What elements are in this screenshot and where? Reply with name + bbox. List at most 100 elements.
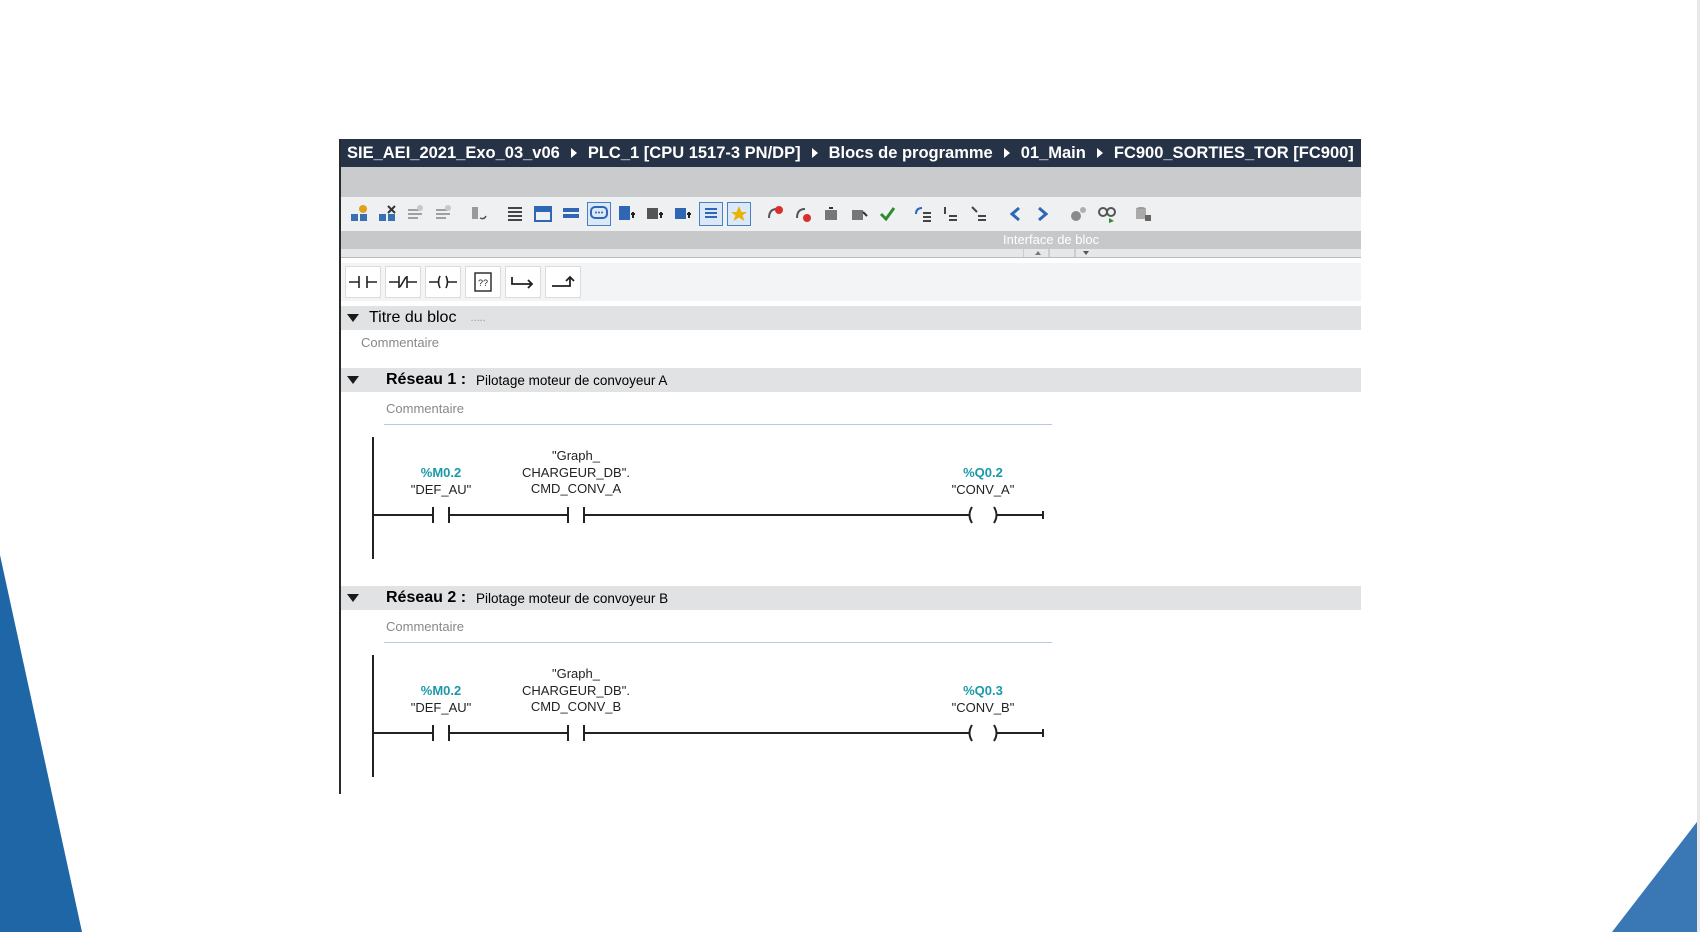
- block-title-header[interactable]: Titre du bloc .....: [339, 306, 1361, 330]
- favorites-star-icon: [731, 206, 747, 221]
- contact-cmd-conv-a[interactable]: [567, 507, 585, 523]
- show-comments-button[interactable]: [587, 202, 611, 226]
- no-contact-button[interactable]: [345, 266, 381, 298]
- indent-icon: [915, 207, 931, 222]
- coil-address[interactable]: %Q0.2: [963, 465, 1003, 480]
- next-error-button[interactable]: [1031, 202, 1055, 226]
- delete-network-icon: [379, 205, 396, 221]
- insert-network-button[interactable]: [347, 202, 371, 226]
- contact2-line2[interactable]: CHARGEUR_DB".: [522, 465, 630, 480]
- network-2-header[interactable]: Réseau 2 : Pilotage moteur de convoyeur …: [339, 586, 1361, 610]
- coil-tag[interactable]: "CONV_A": [952, 482, 1015, 497]
- contact2-line3[interactable]: CMD_CONV_A: [531, 481, 622, 496]
- breadcrumb-item-plc[interactable]: PLC_1 [CPU 1517-3 PN/DP]: [588, 144, 801, 163]
- set-breakpoint-button[interactable]: [763, 202, 787, 226]
- coil-conv-b[interactable]: [968, 724, 998, 742]
- monitor-value-button[interactable]: [819, 202, 843, 226]
- normally-open-contact-icon: [349, 276, 377, 288]
- reset-icon: [768, 206, 783, 219]
- breadcrumb-separator-icon: [1096, 148, 1103, 158]
- collapse-triangle-icon[interactable]: [347, 376, 359, 384]
- tag-info-icon: [675, 208, 691, 219]
- comment-icon: [590, 206, 608, 219]
- ladder-instruction-palette: ??: [339, 263, 1361, 301]
- view-split-button[interactable]: [531, 202, 555, 226]
- absolute-symbolic-button[interactable]: [643, 202, 667, 226]
- network-1-comment[interactable]: Commentaire: [386, 401, 464, 416]
- operand-display-icon: [647, 208, 663, 219]
- collapse-triangle-icon[interactable]: [347, 314, 359, 322]
- delete-breakpoint-button[interactable]: [791, 202, 815, 226]
- go-to-button[interactable]: [467, 202, 491, 226]
- view-list-button[interactable]: [503, 202, 527, 226]
- block-interface-label: Interface de bloc: [1003, 232, 1100, 247]
- network-2-label: Réseau 2 :: [386, 589, 467, 606]
- tia-editor-window: SIE_AEI_2021_Exo_03_v06 PLC_1 [CPU 1517-…: [339, 139, 1361, 794]
- open-all-networks-button[interactable]: [615, 202, 639, 226]
- step-button[interactable]: [967, 202, 991, 226]
- breadcrumb-item-block[interactable]: FC900_SORTIES_TOR [FC900]: [1114, 144, 1354, 163]
- editor-toolbar: [339, 197, 1361, 231]
- step-icon: [971, 206, 986, 221]
- contact-def-au[interactable]: [432, 507, 450, 523]
- nc-contact-button[interactable]: [385, 266, 421, 298]
- network-2-title[interactable]: Pilotage moteur de convoyeur B: [476, 591, 668, 606]
- next-icon: [1038, 206, 1049, 222]
- previous-icon: [1009, 206, 1020, 222]
- coil-address[interactable]: %Q0.3: [963, 683, 1003, 698]
- breadcrumb-item-project[interactable]: SIE_AEI_2021_Exo_03_v06: [347, 144, 560, 163]
- monitoring-on-off-button[interactable]: [1095, 202, 1119, 226]
- block-title-placeholder[interactable]: .....: [470, 312, 485, 324]
- empty-box-button[interactable]: ??: [465, 266, 501, 298]
- breadcrumb-item-folder[interactable]: 01_Main: [1021, 144, 1086, 163]
- coil-button[interactable]: [425, 266, 461, 298]
- contact2-line1[interactable]: "Graph_: [552, 666, 601, 681]
- breadcrumb-item-blocks[interactable]: Blocs de programme: [829, 144, 993, 163]
- contact1-tag[interactable]: "DEF_AU": [411, 700, 472, 715]
- collapse-triangle-icon[interactable]: [347, 594, 359, 602]
- contact1-tag[interactable]: "DEF_AU": [411, 482, 472, 497]
- free-comments-button[interactable]: [699, 202, 723, 226]
- network-1-title[interactable]: Pilotage moteur de convoyeur A: [476, 373, 667, 388]
- delete-network-button[interactable]: [375, 202, 399, 226]
- go-to-icon: [472, 207, 487, 220]
- right-blue-wedge: [1612, 818, 1700, 932]
- open-branch-icon: [511, 277, 534, 289]
- contact-def-au[interactable]: [432, 725, 450, 741]
- network-1-header[interactable]: Réseau 1 : Pilotage moteur de convoyeur …: [339, 368, 1361, 392]
- open-branch-button[interactable]: [505, 266, 541, 298]
- comment-underline: [384, 642, 1052, 643]
- block-protection-button[interactable]: [1131, 202, 1155, 226]
- previous-error-button[interactable]: [1003, 202, 1027, 226]
- database-lock-icon: [1136, 207, 1151, 221]
- contact1-address[interactable]: %M0.2: [421, 683, 461, 698]
- block-comment[interactable]: Commentaire: [361, 335, 439, 350]
- contact2-line1[interactable]: "Graph_: [552, 448, 601, 463]
- coil-conv-a[interactable]: [968, 506, 998, 524]
- online-icon: [1071, 207, 1086, 221]
- block-interface-bar[interactable]: Interface de bloc: [339, 231, 1361, 249]
- contact-cmd-conv-b[interactable]: [567, 725, 585, 741]
- coil-icon: [429, 275, 457, 289]
- tag-info-button[interactable]: [671, 202, 695, 226]
- outdent-button[interactable]: [939, 202, 963, 226]
- coil-tag[interactable]: "CONV_B": [952, 700, 1015, 715]
- editor-left-border: [339, 139, 341, 794]
- interface-splitter[interactable]: [339, 249, 1361, 258]
- normally-closed-contact-icon: [389, 276, 417, 288]
- contact2-line2[interactable]: CHARGEUR_DB".: [522, 683, 630, 698]
- contact1-address[interactable]: %M0.2: [421, 465, 461, 480]
- append-row-button[interactable]: [431, 202, 455, 226]
- view-table-button[interactable]: [559, 202, 583, 226]
- modify-value-button[interactable]: [847, 202, 871, 226]
- online-button[interactable]: [1067, 202, 1091, 226]
- contact2-line3[interactable]: CMD_CONV_B: [531, 699, 621, 714]
- favorites-button[interactable]: [727, 202, 751, 226]
- block-title-label: Titre du bloc: [369, 309, 457, 326]
- indent-button[interactable]: [911, 202, 935, 226]
- network-2-comment[interactable]: Commentaire: [386, 619, 464, 634]
- insert-row-button[interactable]: [403, 202, 427, 226]
- svg-text:??: ??: [478, 278, 488, 288]
- close-branch-button[interactable]: [545, 266, 581, 298]
- download-button[interactable]: [875, 202, 899, 226]
